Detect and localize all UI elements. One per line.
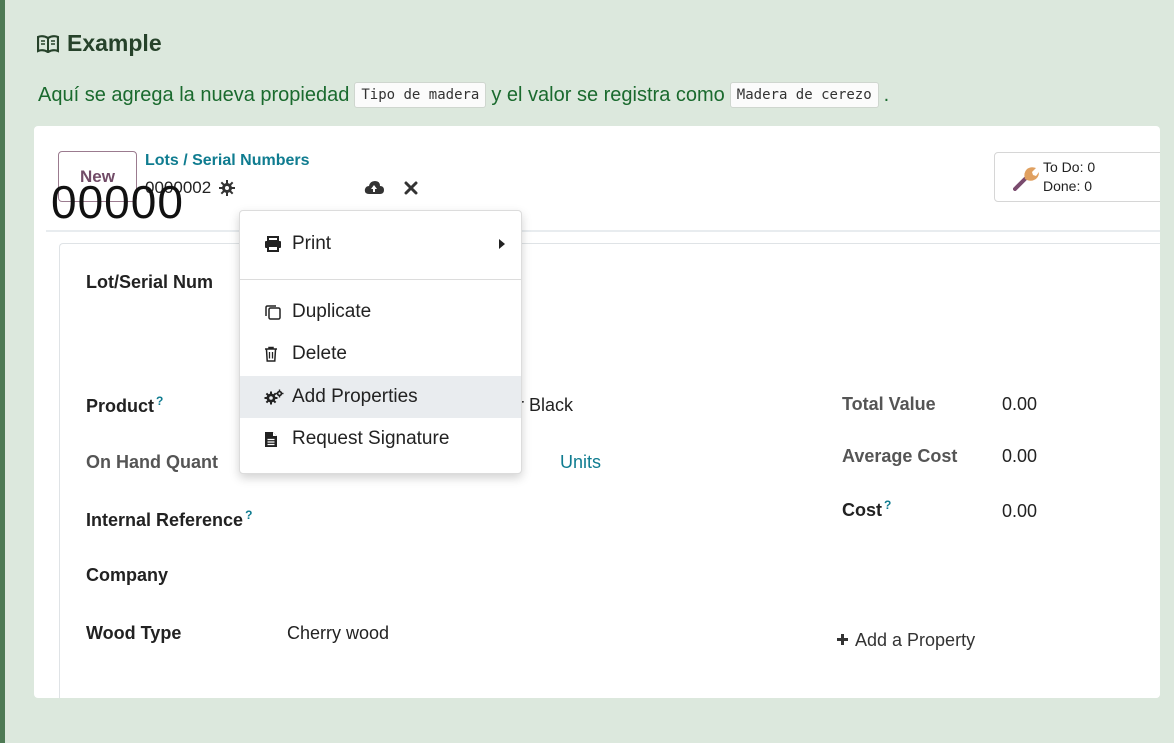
lot-serial-value[interactable]: 00000 [51, 175, 184, 229]
menu-item-print-label: Print [292, 233, 332, 254]
menu-item-request-signature[interactable]: Request Signature [240, 418, 521, 460]
file-text-icon [264, 431, 284, 448]
internal-reference-label: Internal Reference? [86, 508, 252, 531]
caret-right-icon [499, 239, 505, 249]
product-help-icon[interactable]: ? [156, 394, 163, 408]
total-value: 0.00 [1002, 394, 1038, 414]
total-value-label: Total Value [842, 394, 936, 414]
cost-value[interactable]: 0.00 [1002, 501, 1037, 522]
trash-icon [264, 346, 284, 362]
cost-label: Cost? [842, 498, 891, 521]
breadcrumb[interactable]: Lots / Serial Numbers [145, 152, 310, 170]
gear-icon[interactable] [219, 180, 236, 196]
todo-count: To Do: 0 [1043, 159, 1096, 175]
average-cost-label: Average Cost [842, 446, 958, 466]
menu-item-add-properties-label: Add Properties [292, 386, 418, 407]
company-label: Company [86, 565, 169, 585]
control-panel-divider [46, 230, 1160, 232]
product-label: Product? [86, 394, 163, 417]
activity-widget[interactable]: To Do: 0 Done: 0 [994, 152, 1160, 202]
code-tipo-de-madera: Tipo de madera [354, 82, 487, 108]
admonition-title-text: Example [67, 30, 162, 56]
cost-label-text: Cost [842, 500, 882, 520]
internal-reference-help-icon[interactable]: ? [245, 508, 252, 522]
menu-item-duplicate[interactable]: Duplicate [240, 291, 521, 333]
cloud-upload-icon[interactable] [364, 180, 384, 201]
wood-type-label: Wood Type [86, 623, 182, 643]
form-sheet [59, 243, 1160, 698]
average-cost-value: 0.00 [1002, 446, 1038, 466]
gear-dropdown-menu: Print Duplicate Delete Add Properties Re… [239, 210, 522, 474]
menu-item-request-signature-label: Request Signature [292, 428, 450, 449]
lot-serial-label: Lot/Serial Num [86, 272, 214, 292]
admonition-text-middle: y el valor se registra como [491, 83, 725, 106]
on-hand-quantity-label: On Hand Quant [86, 452, 218, 472]
admonition-title: Example [37, 30, 162, 57]
menu-item-duplicate-label: Duplicate [292, 301, 372, 322]
code-madera-de-cerezo: Madera de cerezo [729, 82, 879, 108]
odoo-screenshot: New Lots / Serial Numbers 0000002 To Do:… [34, 126, 1160, 698]
cost-help-icon[interactable]: ? [884, 498, 891, 512]
done-count: Done: 0 [1043, 178, 1093, 194]
menu-separator [240, 279, 521, 280]
add-property-label: Add a Property [855, 630, 976, 650]
discard-icon[interactable] [404, 181, 418, 200]
add-property-button[interactable]: Add a Property [836, 630, 975, 651]
wood-type-value[interactable]: Cherry wood [287, 623, 389, 644]
admonition-text-before: Aquí se agrega la nueva propiedad [38, 83, 350, 106]
on-hand-units-link[interactable]: Units [560, 452, 601, 473]
menu-item-print[interactable]: Print [240, 223, 521, 265]
gears-icon [264, 389, 284, 405]
menu-item-delete[interactable]: Delete [240, 333, 521, 375]
product-value[interactable]: r Black [518, 395, 573, 416]
menu-item-delete-label: Delete [292, 343, 347, 364]
menu-item-add-properties[interactable]: Add Properties [240, 376, 521, 418]
copy-icon [264, 303, 284, 321]
print-icon [264, 236, 284, 252]
product-label-text: Product [86, 396, 155, 416]
admonition-text-after: . [883, 83, 890, 106]
book-icon [37, 34, 59, 53]
admonition-text: Aquí se agrega la nueva propiedad Tipo d… [38, 82, 889, 108]
wrench-icon [1013, 165, 1039, 196]
internal-reference-label-text: Internal Reference [86, 510, 244, 530]
plus-icon [836, 630, 849, 651]
